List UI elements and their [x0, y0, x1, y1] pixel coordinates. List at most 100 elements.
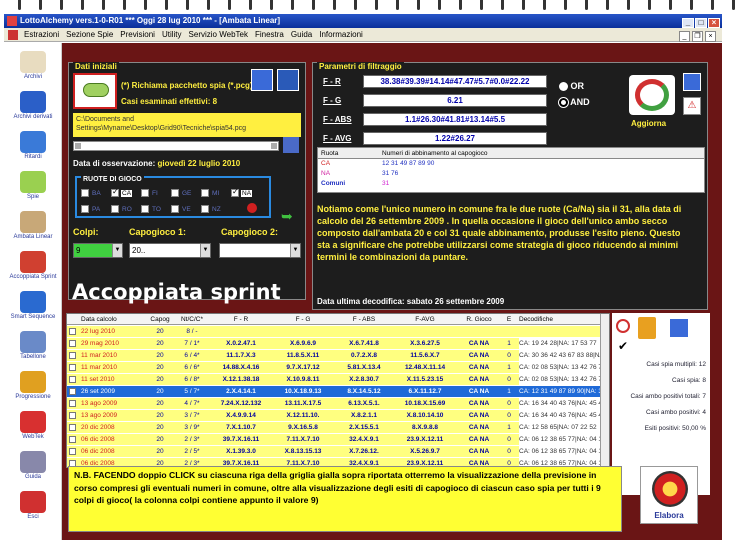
ruota-checkbox[interactable]: FI: [141, 188, 159, 197]
clear-ruote-icon[interactable]: [247, 203, 257, 213]
jar-icon[interactable]: [638, 317, 656, 339]
grid-col-header[interactable]: F - ABS: [335, 314, 393, 325]
row-checkbox[interactable]: [69, 376, 76, 383]
close-button[interactable]: ×: [708, 18, 720, 28]
filter-value[interactable]: 6.21: [363, 94, 547, 107]
path-scrollbar[interactable]: [73, 141, 279, 151]
ruota-checkbox[interactable]: MI: [201, 188, 221, 197]
menu-item[interactable]: Estrazioni: [24, 30, 59, 39]
no-icon[interactable]: [616, 319, 630, 333]
row-checkbox[interactable]: [69, 400, 76, 407]
grid-col-header[interactable]: Nt/C/C*: [175, 314, 209, 325]
ruota-checkbox[interactable]: VE: [171, 204, 192, 213]
outer-scrollbar[interactable]: [722, 43, 736, 540]
menu-item[interactable]: Utility: [162, 30, 182, 39]
menu-item[interactable]: Informazioni: [319, 30, 363, 39]
grid-col-header[interactable]: Decodifiche: [519, 314, 609, 325]
table-row[interactable]: 13 ago 2009 20 3 / 7* X.4.9.9.14 X.12.11.10.…: [67, 410, 609, 421]
capogioco1-select[interactable]: 20.. ▼: [129, 243, 211, 258]
filter-value[interactable]: 1.22#26.27: [363, 132, 547, 145]
apply-arrow-icon[interactable]: ➥: [281, 209, 297, 223]
print-icon[interactable]: [670, 319, 688, 337]
sidebar-item[interactable]: Accoppiata Sprint: [4, 251, 62, 280]
menu-item[interactable]: Previsioni: [120, 30, 155, 39]
sidebar-item[interactable]: Archivi: [4, 51, 62, 80]
minimize-button[interactable]: _: [682, 18, 694, 28]
capogioco2-select[interactable]: ▼: [219, 243, 301, 258]
export-icon[interactable]: [683, 73, 701, 91]
row-checkbox[interactable]: [69, 328, 76, 335]
ruota-checkbox[interactable]: NA: [231, 187, 253, 197]
sidebar-item[interactable]: Guida: [4, 451, 62, 480]
grid-scrollbar[interactable]: [600, 314, 609, 467]
ruota-checkbox[interactable]: RO: [111, 204, 133, 213]
table-row[interactable]: 06 dic 2008 20 2 / 3* 39.7.X.16.11 7.11.X.7.…: [67, 434, 609, 445]
row-checkbox[interactable]: [69, 424, 76, 431]
filter-value[interactable]: 38.38#39.39#14.14#47.47#5.7#0.0#22.22: [363, 75, 547, 88]
ruota-checkbox[interactable]: BA: [81, 188, 102, 197]
table-row[interactable]: 11 set 2010 20 6 / 8* X.12.1.38.18 X.10.9.8.…: [67, 374, 609, 385]
sidebar-item[interactable]: Ritardi: [4, 131, 62, 160]
grid-col-header[interactable]: Capog: [147, 314, 173, 325]
open-pack-icon[interactable]: [277, 69, 299, 91]
grid-col-header[interactable]: F-AVG: [395, 314, 455, 325]
ruota-checkbox[interactable]: PA: [81, 204, 102, 213]
sidebar-item[interactable]: Archivi derivati: [4, 91, 62, 120]
row-checkbox[interactable]: [69, 388, 76, 395]
menu-item[interactable]: Guida: [291, 30, 312, 39]
table-row[interactable]: 11 mar 2010 20 6 / 6* 14.88.X.4.16 9.7.X.17.…: [67, 362, 609, 373]
child-restore-button[interactable]: ❐: [692, 31, 703, 42]
save-pack-icon[interactable]: [251, 69, 273, 91]
row-checkbox[interactable]: [69, 436, 76, 443]
table-row[interactable]: 26 set 2009 20 5 / 7* 2.X.4.14.1 10.X.18.9.1…: [67, 386, 609, 397]
table-row[interactable]: 13 ago 2009 20 4 / 7* 7.24.X.12.132 13.11.X.…: [67, 398, 609, 409]
table-row[interactable]: 29 mag 2010 20 7 / 1* X.0.2.47.1 X.6.9.6.9 X.…: [67, 338, 609, 349]
elabora-button[interactable]: Elabora: [640, 466, 698, 524]
grid-col-header[interactable]: E: [503, 314, 515, 325]
grid-col-header[interactable]: Data calcolo: [81, 314, 145, 325]
maximize-button[interactable]: □: [695, 18, 707, 28]
grid-col-header[interactable]: F - G: [273, 314, 333, 325]
calendar-icon[interactable]: [283, 137, 299, 153]
pack-path-field[interactable]: C:\Documents and Settings\Myname\Desktop…: [73, 113, 301, 137]
menu-item[interactable]: Finestra: [255, 30, 284, 39]
table-row[interactable]: 22 lug 2010 20 8 / -: [67, 326, 609, 337]
sidebar-item[interactable]: Progressione: [4, 371, 62, 400]
grid-col-header[interactable]: F - R: [211, 314, 271, 325]
table-row[interactable]: 06 dic 2008 20 2 / 5* X.1.39.3.0 X.8.13.15.1…: [67, 446, 609, 457]
filter-label[interactable]: F - G: [323, 96, 341, 105]
sidebar-item[interactable]: Spie: [4, 171, 62, 200]
row-checkbox[interactable]: [69, 352, 76, 359]
filter-label[interactable]: F - R: [323, 77, 341, 86]
sidebar-item[interactable]: Tabellone: [4, 331, 62, 360]
filter-label[interactable]: F - ABS: [323, 115, 352, 124]
warning-icon[interactable]: ⚠: [683, 97, 701, 115]
or-radio[interactable]: OR: [559, 81, 584, 92]
ruota-checkbox[interactable]: GE: [171, 188, 193, 197]
row-checkbox[interactable]: [69, 412, 76, 419]
child-minimize-button[interactable]: _: [679, 31, 690, 42]
sidebar-item[interactable]: Esci: [4, 491, 62, 520]
load-pack-button[interactable]: [73, 73, 117, 109]
filter-label[interactable]: F - AVG: [323, 134, 351, 143]
ruota-checkbox[interactable]: CA: [111, 187, 133, 197]
sidebar-item[interactable]: Smart Sequence: [4, 291, 62, 320]
menu-item[interactable]: Servizio WebTek: [189, 30, 248, 39]
filter-value[interactable]: 1.1#26.30#41.81#13.14#5.5: [363, 113, 547, 126]
grid-col-header[interactable]: R. Gioco: [457, 314, 501, 325]
sidebar-item[interactable]: Ambata Linear: [4, 211, 62, 240]
table-row[interactable]: 11 mar 2010 20 6 / 4* 11.1.7.X.3 11.8.5.X.11…: [67, 350, 609, 361]
table-row[interactable]: 20 dic 2008 20 3 / 9* 7.X.1.10.7 9.X.16.5.8 2…: [67, 422, 609, 433]
row-checkbox[interactable]: [69, 448, 76, 455]
aggiorna-button[interactable]: [629, 75, 675, 115]
sidebar-item[interactable]: WebTek: [4, 411, 62, 440]
child-close-button[interactable]: ×: [705, 31, 716, 42]
ruota-checkbox[interactable]: NZ: [201, 204, 222, 213]
row-checkbox[interactable]: [69, 364, 76, 371]
colpi-select[interactable]: 9 ▼: [73, 243, 123, 258]
and-radio[interactable]: AND: [559, 97, 590, 108]
menu-item[interactable]: Sezione Spie: [66, 30, 113, 39]
ruota-checkbox[interactable]: TO: [141, 204, 162, 213]
row-checkbox[interactable]: [69, 340, 76, 347]
grid-cell: 6.13.X.5.1.: [348, 400, 380, 407]
